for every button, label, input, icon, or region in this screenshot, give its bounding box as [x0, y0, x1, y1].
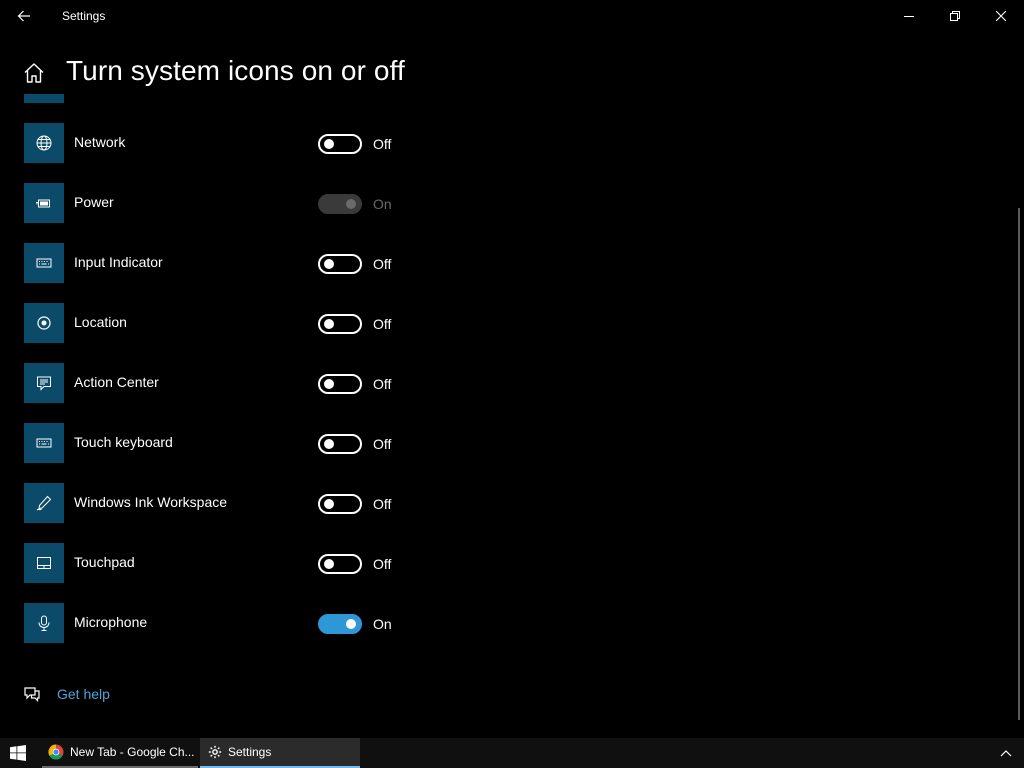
- toggle-knob: [324, 499, 334, 509]
- setting-row-touchpad: Touchpad Off: [24, 543, 404, 583]
- toggle-state-text: Off: [373, 136, 392, 152]
- setting-label: Location: [74, 314, 127, 330]
- setting-label: Power: [74, 194, 114, 210]
- minimize-icon: [904, 16, 914, 17]
- setting-label: Touchpad: [74, 554, 135, 570]
- setting-label: Action Center: [74, 374, 159, 390]
- toggle-knob: [346, 619, 356, 629]
- toggle-knob: [324, 139, 334, 149]
- keyboard-icon: [24, 243, 64, 283]
- setting-label: Microphone: [74, 614, 148, 630]
- toggle-state-text: On: [373, 196, 392, 212]
- toggle-knob: [324, 559, 334, 569]
- touchpad-icon: [24, 543, 64, 583]
- get-help-label[interactable]: Get help: [57, 686, 110, 702]
- setting-label: Touch keyboard: [74, 434, 173, 450]
- close-button[interactable]: [978, 0, 1024, 32]
- chrome-icon: [48, 744, 64, 760]
- close-icon: [996, 11, 1006, 21]
- setting-row-location: Location Off: [24, 303, 404, 343]
- location-toggle[interactable]: [318, 314, 362, 334]
- toggle-state-text: Off: [373, 436, 392, 452]
- globe-icon: [24, 123, 64, 163]
- taskbar: New Tab - Google Ch... Settings: [0, 738, 1024, 768]
- microphone-toggle[interactable]: [318, 614, 362, 634]
- setting-row-action-center: Action Center Off: [24, 363, 404, 403]
- power-toggle[interactable]: [318, 194, 362, 214]
- toggle-state-text: Off: [373, 376, 392, 392]
- taskbar-app-settings[interactable]: Settings: [200, 738, 360, 768]
- setting-label: Input Indicator: [74, 254, 163, 270]
- back-arrow-icon: [17, 10, 30, 22]
- setting-row-windows-ink: Windows Ink Workspace Off: [24, 483, 404, 523]
- action-center-icon: [24, 363, 64, 403]
- chevron-up-icon: [1000, 750, 1012, 757]
- setting-row-touch-keyboard: Touch keyboard Off: [24, 423, 404, 463]
- scrollbar[interactable]: [1018, 208, 1020, 720]
- title-bar: Settings: [0, 0, 1024, 32]
- toggle-state-text: Off: [373, 256, 392, 272]
- window-title: Settings: [62, 9, 106, 23]
- back-button[interactable]: [8, 4, 40, 28]
- setting-row-power: Power On: [24, 183, 404, 223]
- toggle-knob: [346, 199, 356, 209]
- gear-icon: [208, 745, 222, 759]
- toggle-state-text: Off: [373, 556, 392, 572]
- action-center-toggle[interactable]: [318, 374, 362, 394]
- restore-button[interactable]: [932, 0, 978, 32]
- microphone-icon: [24, 603, 64, 643]
- start-button[interactable]: [0, 738, 36, 768]
- setting-row-input-indicator: Input Indicator Off: [24, 243, 404, 283]
- toggle-state-text: Off: [373, 496, 392, 512]
- setting-row-network: Network Off: [24, 123, 404, 163]
- setting-label: Windows Ink Workspace: [74, 494, 228, 510]
- windows-logo-icon: [10, 745, 26, 761]
- pen-icon: [24, 483, 64, 523]
- page-title: Turn system icons on or off: [66, 55, 405, 86]
- battery-icon: [24, 183, 64, 223]
- partial-item-tile: [24, 94, 64, 103]
- toggle-state-text: Off: [373, 316, 392, 332]
- setting-label: Network: [74, 134, 126, 150]
- touch-keyboard-toggle[interactable]: [318, 434, 362, 454]
- toggle-knob: [324, 439, 334, 449]
- get-help-link[interactable]: Get help: [22, 682, 110, 706]
- taskbar-app-chrome[interactable]: New Tab - Google Ch...: [42, 738, 198, 768]
- home-icon: [24, 63, 44, 83]
- toggle-knob: [324, 259, 334, 269]
- input-indicator-toggle[interactable]: [318, 254, 362, 274]
- minimize-button[interactable]: [886, 0, 932, 32]
- toggle-knob: [324, 319, 334, 329]
- home-button[interactable]: [22, 61, 46, 85]
- restore-icon: [950, 11, 960, 21]
- setting-row-microphone: Microphone On: [24, 603, 404, 643]
- touchpad-toggle[interactable]: [318, 554, 362, 574]
- windows-ink-toggle[interactable]: [318, 494, 362, 514]
- show-hidden-icons-button[interactable]: [994, 742, 1018, 764]
- system-icons-list: Network Off Power On Input Indicator Off: [24, 94, 404, 654]
- location-icon: [24, 303, 64, 343]
- help-chat-icon: [24, 687, 40, 702]
- toggle-state-text: On: [373, 616, 392, 632]
- touch-keyboard-icon: [24, 423, 64, 463]
- toggle-knob: [324, 379, 334, 389]
- taskbar-app-label: New Tab - Google Ch...: [70, 745, 195, 759]
- network-toggle[interactable]: [318, 134, 362, 154]
- taskbar-app-label: Settings: [228, 745, 272, 759]
